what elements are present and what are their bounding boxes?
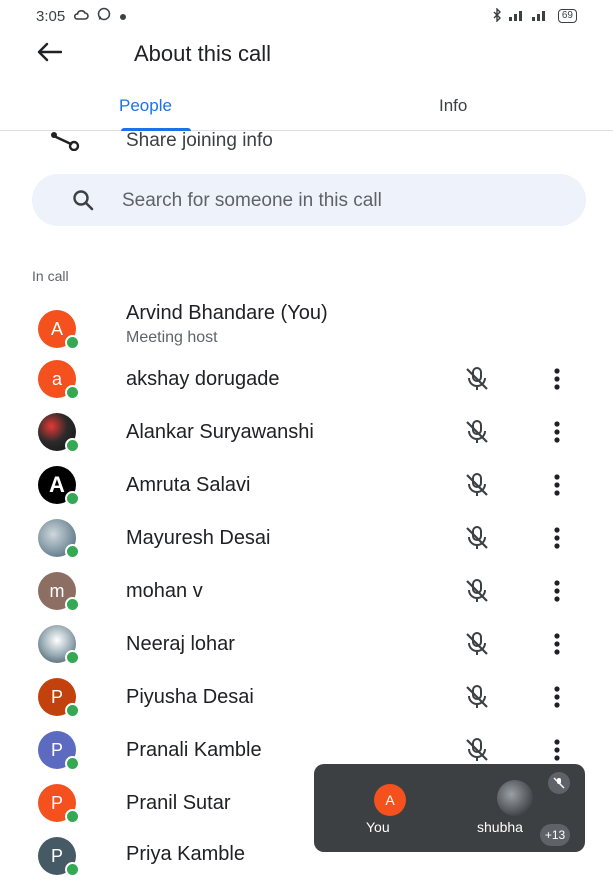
participant-name: Mayuresh Desai <box>126 527 271 549</box>
avatar-initial: P <box>50 792 63 813</box>
bluetooth-icon <box>492 6 502 25</box>
more-options-icon[interactable] <box>551 578 563 609</box>
avatar-initial: A <box>49 472 65 497</box>
arrow-back-icon <box>36 42 63 67</box>
status-bar: 3:05 69 <box>0 0 613 32</box>
avatar-photo <box>38 413 80 453</box>
status-time: 3:05 <box>36 7 66 25</box>
search-icon <box>72 189 94 216</box>
participant-row[interactable]: Mayuresh Desai <box>0 517 613 569</box>
participant-name: Pranil Sutar <box>126 792 231 814</box>
tab-info[interactable]: Info <box>439 96 467 116</box>
participant-row[interactable]: P Piyusha Desai <box>0 676 613 728</box>
page-title: About this call <box>134 41 271 66</box>
avatar: P <box>38 784 80 824</box>
participant-name: Alankar Suryawanshi <box>126 421 314 443</box>
in-call-label: In call <box>32 268 69 284</box>
status-right: 69 <box>492 6 577 25</box>
avatar-initial: P <box>50 686 63 707</box>
avatar-initial: P <box>50 739 63 760</box>
more-options-icon[interactable] <box>551 631 563 662</box>
avatar: P <box>38 731 80 771</box>
online-indicator <box>65 335 80 350</box>
pip-self-initial: A <box>385 792 395 808</box>
pip-self-avatar: A <box>374 784 406 816</box>
avatar-initial: P <box>50 845 63 866</box>
online-indicator <box>65 809 80 824</box>
avatar-photo <box>38 519 80 559</box>
more-options-icon[interactable] <box>551 419 563 450</box>
participant-row[interactable]: Neeraj lohar <box>0 623 613 675</box>
more-options-icon[interactable] <box>551 525 563 556</box>
more-options-icon[interactable] <box>551 472 563 503</box>
mic-off-icon[interactable] <box>462 682 492 717</box>
avatar-photo <box>38 625 80 665</box>
back-button[interactable] <box>36 30 92 78</box>
status-left: 3:05 <box>36 7 127 25</box>
participant-name: Pranali Kamble <box>126 739 262 761</box>
avatar: P <box>38 837 80 877</box>
online-indicator <box>65 703 80 718</box>
share-label: Share joining info <box>126 130 273 151</box>
online-indicator <box>65 650 80 665</box>
more-options-icon[interactable] <box>551 366 563 397</box>
pip-extra-count-badge: +13 <box>540 824 570 846</box>
mic-off-icon[interactable] <box>462 470 492 505</box>
participant-name: akshay dorugade <box>126 368 280 390</box>
participant-row[interactable]: a akshay dorugade <box>0 358 613 410</box>
participant-name: Priya Kamble <box>126 843 245 865</box>
participant-role: Meeting host <box>126 329 218 346</box>
tab-people[interactable]: People <box>119 96 172 116</box>
online-indicator <box>65 756 80 771</box>
pip-participant-avatar <box>497 780 533 816</box>
share-joining-info[interactable]: Share joining info <box>0 124 613 158</box>
mic-off-icon[interactable] <box>462 417 492 452</box>
online-indicator <box>65 438 80 453</box>
participant-row[interactable]: A Arvind Bhandare (You) Meeting host <box>0 300 613 352</box>
participant-name: Arvind Bhandare (You) <box>126 302 328 324</box>
online-indicator <box>65 862 80 877</box>
cloud-icon <box>73 8 89 25</box>
app-bar: About this call <box>0 30 613 78</box>
online-indicator <box>65 544 80 559</box>
avatar: m <box>38 572 80 612</box>
whatsapp-icon <box>97 7 111 25</box>
online-indicator <box>65 385 80 400</box>
online-indicator <box>65 491 80 506</box>
pip-call-window[interactable]: A You shubha +13 <box>314 764 585 852</box>
mic-off-icon[interactable] <box>462 629 492 664</box>
participant-row[interactable]: Alankar Suryawanshi <box>0 411 613 463</box>
participant-name: Amruta Salavi <box>126 474 251 496</box>
pip-participant-label: shubha <box>477 819 523 835</box>
mic-off-icon[interactable] <box>462 523 492 558</box>
share-icon <box>48 131 82 156</box>
avatar: a <box>38 360 80 400</box>
mic-off-icon[interactable] <box>462 364 492 399</box>
mic-off-icon[interactable] <box>462 576 492 611</box>
mic-off-icon <box>548 772 570 794</box>
search-input[interactable] <box>120 174 564 228</box>
participant-name: mohan v <box>126 580 203 602</box>
avatar-initial: A <box>50 318 63 339</box>
search-bar <box>32 174 586 228</box>
participant-row[interactable]: A Amruta Salavi <box>0 464 613 516</box>
avatar: P <box>38 678 80 718</box>
pip-self-label: You <box>366 819 390 835</box>
more-options-icon[interactable] <box>551 684 563 715</box>
participant-row[interactable]: m mohan v <box>0 570 613 622</box>
avatar: A <box>38 310 80 350</box>
avatar-initial: a <box>51 368 62 389</box>
participant-name: Piyusha Desai <box>126 686 254 708</box>
online-indicator <box>65 597 80 612</box>
signal-icon <box>508 9 552 24</box>
battery-indicator: 69 <box>557 9 577 23</box>
dot-icon <box>119 8 127 25</box>
avatar-initial: m <box>49 580 65 601</box>
avatar: A <box>38 466 80 506</box>
participant-name: Neeraj lohar <box>126 633 235 655</box>
